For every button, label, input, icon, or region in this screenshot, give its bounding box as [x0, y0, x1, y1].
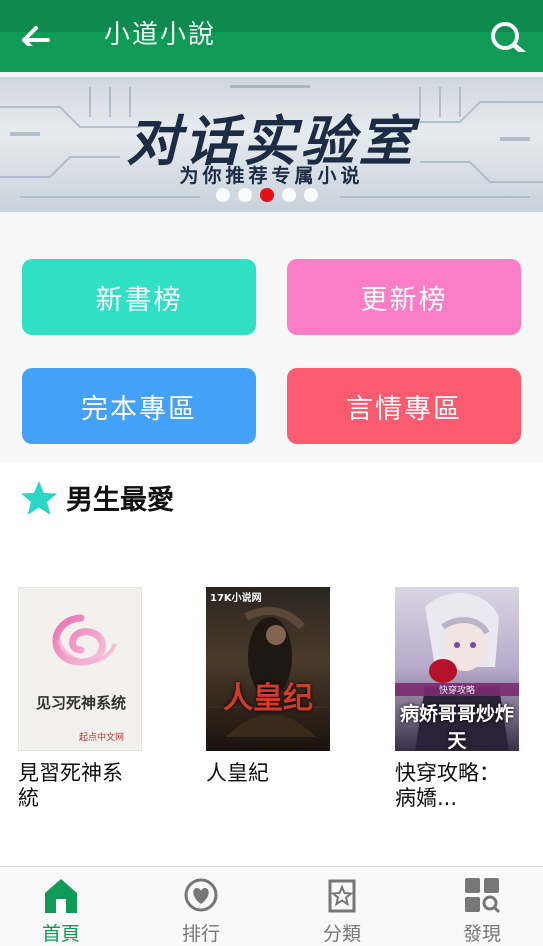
cover-imprint: 起点中文网 — [79, 733, 125, 743]
cover-imprint: 快穿攻略 — [395, 683, 519, 696]
book-title[interactable]: 人皇紀 — [206, 761, 330, 786]
home-icon — [45, 879, 77, 913]
top-app-bar: 小道小說 — [0, 0, 543, 72]
search-icon[interactable] — [487, 8, 531, 59]
book-card[interactable]: 17K小说网 人皇纪 人皇紀 — [206, 587, 330, 786]
book-cover[interactable]: 见习死神系统 起点中文网 — [18, 587, 142, 751]
book-cover[interactable]: 快穿攻略 病娇哥哥炒炸天 — [395, 587, 519, 751]
pagination-dot[interactable] — [238, 188, 252, 202]
completed-books-button[interactable]: 完本專區 — [22, 368, 256, 444]
cover-title: 病娇哥哥炒炸天 — [399, 703, 514, 751]
pagination-dot[interactable] — [216, 188, 230, 202]
book-card[interactable]: 快穿攻略 病娇哥哥炒炸天 快穿攻略：病嬌... — [395, 587, 519, 811]
banner-subtitle: 为你推荐专属小说 — [179, 165, 364, 187]
cover-imprint: 17K小说网 — [210, 593, 262, 604]
tab-label: 發現 — [462, 923, 501, 945]
arrow-left-icon[interactable] — [18, 10, 54, 54]
new-books-button[interactable]: 新書榜 — [22, 259, 256, 335]
section-header: 男生最愛 — [20, 478, 174, 517]
pagination-dot-active[interactable] — [260, 188, 274, 202]
status-bar — [0, 0, 543, 32]
romance-books-button[interactable]: 言情專區 — [287, 368, 521, 444]
book-card[interactable]: 见习死神系统 起点中文网 見習死神系統 — [18, 587, 142, 811]
tab-label: 首頁 — [41, 923, 80, 945]
updated-books-button[interactable]: 更新榜 — [287, 259, 521, 335]
category-grid: 新書榜 更新榜 完本專區 言情專區 — [0, 212, 543, 462]
cover-title: 人皇纪 — [223, 681, 313, 716]
app-title: 小道小說 — [104, 20, 217, 50]
book-title[interactable]: 見習死神系統 — [18, 761, 142, 811]
pagination-dot[interactable] — [282, 188, 296, 202]
heart-icon — [184, 878, 218, 912]
cover-title: 见习死神系统 — [35, 694, 126, 712]
book-title[interactable]: 快穿攻略：病嬌... — [395, 761, 519, 811]
tab-label: 分類 — [322, 923, 361, 945]
male-favorites-section: 男生最愛 见习死神系统 起点中文网 見習死神系統 17K小说网 人皇纪 人皇紀 … — [0, 462, 543, 866]
bookmark-star-icon — [328, 879, 356, 913]
banner-pagination — [216, 188, 318, 202]
tab-home[interactable]: 首頁 — [21, 867, 101, 946]
tab-ranking[interactable]: 排行 — [161, 867, 241, 946]
bottom-tab-bar: 首頁 排行 分類 發現 — [0, 866, 543, 946]
pagination-dot[interactable] — [304, 188, 318, 202]
star-icon — [21, 480, 57, 515]
book-cover[interactable]: 17K小说网 人皇纪 — [206, 587, 330, 751]
grid-search-icon — [465, 878, 500, 913]
section-title: 男生最愛 — [66, 485, 174, 516]
app-screen: 小道小說 对话实验室 为你推荐专属小说 新書榜 更新榜 完本專區 言情專區 男生… — [0, 0, 543, 946]
tab-category[interactable]: 分類 — [302, 867, 382, 946]
tab-discover[interactable]: 發現 — [442, 867, 522, 946]
tab-label: 排行 — [181, 923, 220, 945]
